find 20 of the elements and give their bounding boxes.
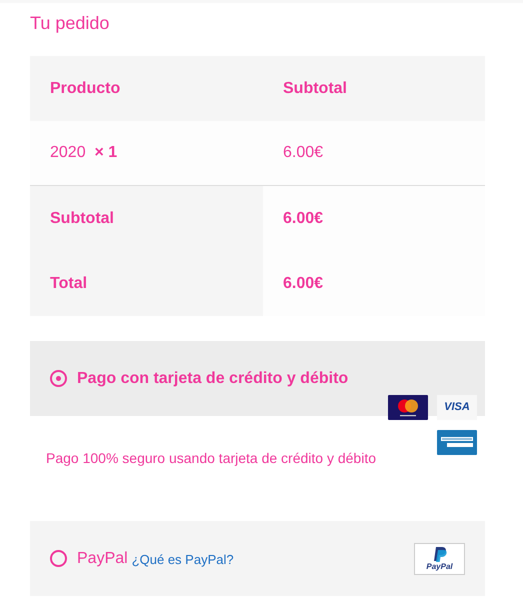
section-title: Tu pedido <box>30 12 110 34</box>
paypal-logo: PayPal <box>414 542 465 574</box>
product-cell-text: 2020 × 1 <box>49 143 118 163</box>
column-header: Producto <box>49 78 120 98</box>
card-logo-icon <box>388 395 428 420</box>
subtotal-cell-text: 6.00€ <box>282 143 324 163</box>
total-value: 6.00€ <box>283 208 324 228</box>
radio-button[interactable] <box>50 370 67 387</box>
total-label: Total <box>50 274 88 294</box>
payment-option[interactable]: PayPal ¿Qué es PayPal? PayPal <box>30 521 485 596</box>
what-is-paypal-link[interactable]: ¿Qué es PayPal? <box>132 550 234 570</box>
card-logo-icon <box>437 430 477 455</box>
total-label: Subtotal <box>50 208 114 228</box>
visa-logo: VISA <box>437 395 477 420</box>
column-header: Subtotal <box>282 78 347 98</box>
payment-label: PayPal <box>77 548 128 568</box>
total-value: 6.00€ <box>283 274 324 294</box>
radio-button[interactable] <box>50 550 67 567</box>
payment-description: Pago 100% seguro usando tarjeta de crédito y débito <box>46 449 376 468</box>
payment-label: Pago con tarjeta de crédito y débito <box>77 368 348 388</box>
